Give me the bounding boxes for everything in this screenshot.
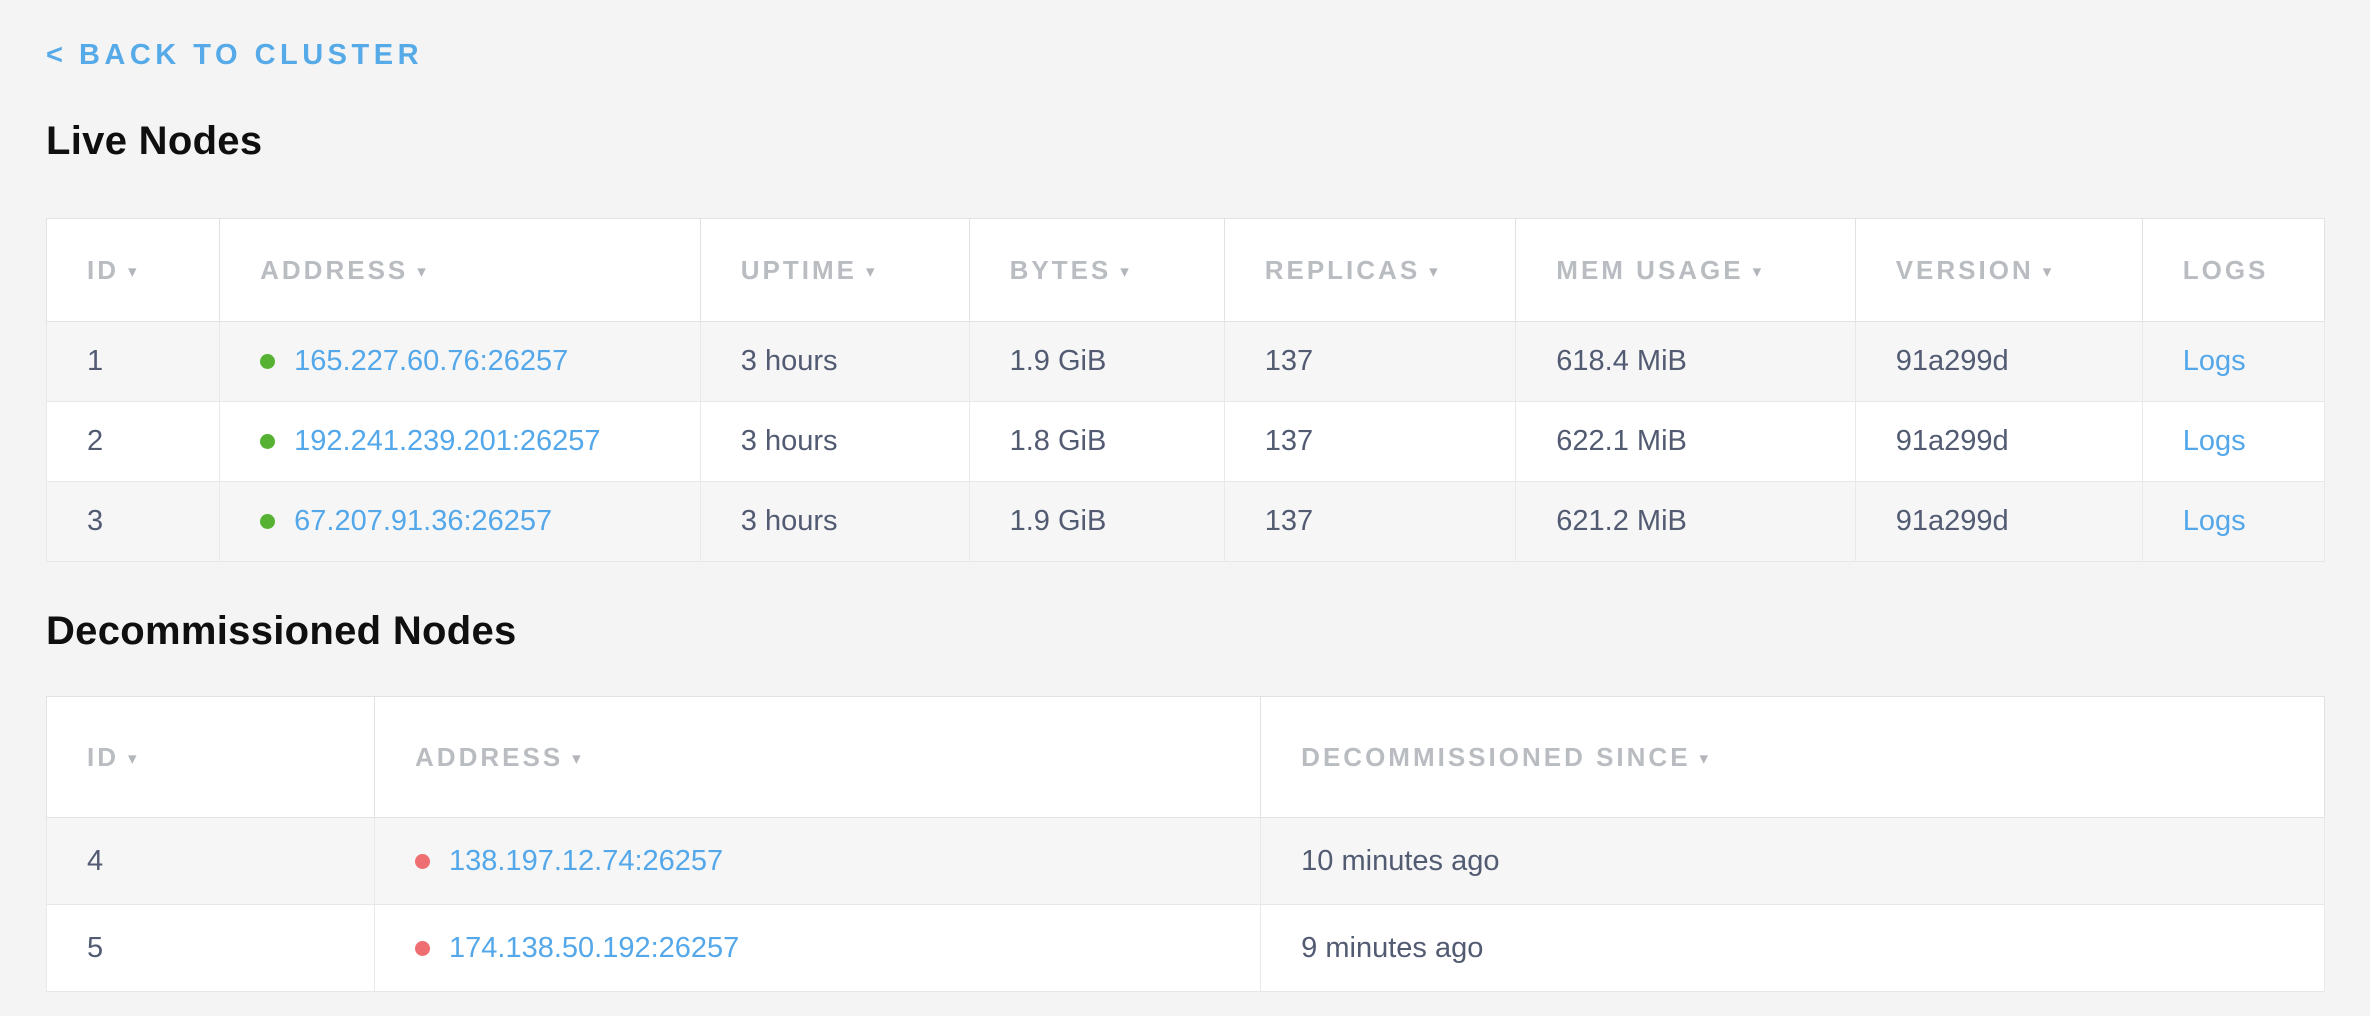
column-header-replicas[interactable]: REPLICAS ▾ [1224, 219, 1516, 322]
column-header-mem-usage[interactable]: MEM USAGE ▾ [1516, 219, 1855, 322]
back-row: < BACK TO CLUSTER [46, 38, 2325, 72]
sort-arrow-icon: ▾ [1120, 262, 1132, 281]
decommissioned-since-cell: 9 minutes ago [1261, 905, 2325, 992]
sort-arrow-icon: ▾ [1429, 262, 1441, 281]
node-uptime-cell: 3 hours [700, 402, 969, 482]
node-mem-usage-cell: 618.4 MiB [1516, 322, 1855, 402]
node-id-cell: 5 [47, 905, 375, 992]
sort-arrow-icon: ▾ [572, 749, 584, 768]
node-logs-cell: Logs [2142, 322, 2324, 402]
column-header-label: REPLICAS [1265, 255, 1420, 285]
node-id-cell: 2 [47, 402, 220, 482]
decommissioned-status-icon [415, 854, 430, 869]
node-bytes-cell: 1.9 GiB [969, 482, 1224, 562]
node-bytes-cell: 1.8 GiB [969, 402, 1224, 482]
column-header-label: ID [87, 742, 119, 772]
live-status-icon [260, 514, 275, 529]
table-row: 1 165.227.60.76:26257 3 hours 1.9 GiB 13… [47, 322, 2325, 402]
live-status-icon [260, 354, 275, 369]
column-header-label: ADDRESS [415, 742, 563, 772]
node-uptime-cell: 3 hours [700, 322, 969, 402]
cluster-nodes-page: < BACK TO CLUSTER Live Nodes ID ▾ ADDRESS… [0, 0, 2370, 992]
node-address-cell: 67.207.91.36:26257 [220, 482, 701, 562]
node-address-cell: 165.227.60.76:26257 [220, 322, 701, 402]
node-mem-usage-cell: 622.1 MiB [1516, 402, 1855, 482]
node-bytes-cell: 1.9 GiB [969, 322, 1224, 402]
node-replicas-cell: 137 [1224, 482, 1516, 562]
column-header-logs: LOGS [2142, 219, 2324, 322]
column-header-address[interactable]: ADDRESS ▾ [220, 219, 701, 322]
column-header-label: BYTES [1010, 255, 1112, 285]
column-header-version[interactable]: VERSION ▾ [1855, 219, 2142, 322]
table-row: 2 192.241.239.201:26257 3 hours 1.8 GiB … [47, 402, 2325, 482]
table-row: 3 67.207.91.36:26257 3 hours 1.9 GiB 137… [47, 482, 2325, 562]
table-row: 4 138.197.12.74:26257 10 minutes ago [47, 818, 2325, 905]
sort-arrow-icon: ▾ [2043, 262, 2055, 281]
node-version-cell: 91a299d [1855, 402, 2142, 482]
column-header-label: LOGS [2183, 255, 2269, 285]
sort-arrow-icon: ▾ [417, 262, 429, 281]
logs-link[interactable]: Logs [2183, 345, 2246, 377]
decommissioned-status-icon [415, 941, 430, 956]
column-header-address[interactable]: ADDRESS ▾ [375, 697, 1261, 818]
node-address-link[interactable]: 192.241.239.201:26257 [294, 425, 600, 458]
column-header-label: ID [87, 255, 119, 285]
back-to-cluster-link[interactable]: < BACK TO CLUSTER [46, 38, 423, 72]
node-address-cell: 174.138.50.192:26257 [375, 905, 1261, 992]
column-header-label: VERSION [1896, 255, 2034, 285]
node-logs-cell: Logs [2142, 482, 2324, 562]
live-nodes-table: ID ▾ ADDRESS ▾ UPTIME ▾ BYTES ▾ REPLICAS ▾ ME… [46, 218, 2325, 562]
table-row: 5 174.138.50.192:26257 9 minutes ago [47, 905, 2325, 992]
logs-link[interactable]: Logs [2183, 505, 2246, 537]
back-chevron-icon: < [46, 38, 63, 72]
node-address-cell: 138.197.12.74:26257 [375, 818, 1261, 905]
column-header-label: MEM USAGE [1556, 255, 1743, 285]
sort-arrow-icon: ▾ [866, 262, 878, 281]
live-nodes-header-row: ID ▾ ADDRESS ▾ UPTIME ▾ BYTES ▾ REPLICAS ▾ ME… [47, 219, 2325, 322]
node-version-cell: 91a299d [1855, 482, 2142, 562]
column-header-label: ADDRESS [260, 255, 408, 285]
node-logs-cell: Logs [2142, 402, 2324, 482]
node-uptime-cell: 3 hours [700, 482, 969, 562]
node-address-link[interactable]: 67.207.91.36:26257 [294, 505, 552, 538]
column-header-label: UPTIME [741, 255, 857, 285]
node-address-cell: 192.241.239.201:26257 [220, 402, 701, 482]
node-version-cell: 91a299d [1855, 322, 2142, 402]
decommissioned-nodes-title: Decommissioned Nodes [46, 608, 2325, 654]
sort-arrow-icon: ▾ [1700, 749, 1712, 768]
node-id-cell: 1 [47, 322, 220, 402]
logs-link[interactable]: Logs [2183, 425, 2246, 457]
column-header-id[interactable]: ID ▾ [47, 697, 375, 818]
node-address-link[interactable]: 165.227.60.76:26257 [294, 345, 568, 378]
live-nodes-title: Live Nodes [46, 118, 2325, 164]
decommissioned-nodes-table: ID ▾ ADDRESS ▾ DECOMMISSIONED SINCE ▾ 4 138… [46, 696, 2325, 992]
sort-arrow-icon: ▾ [128, 262, 140, 281]
node-replicas-cell: 137 [1224, 322, 1516, 402]
decommissioned-since-cell: 10 minutes ago [1261, 818, 2325, 905]
back-link-label: BACK TO CLUSTER [79, 38, 423, 72]
node-replicas-cell: 137 [1224, 402, 1516, 482]
column-header-uptime[interactable]: UPTIME ▾ [700, 219, 969, 322]
node-address-link[interactable]: 138.197.12.74:26257 [449, 845, 723, 878]
node-mem-usage-cell: 621.2 MiB [1516, 482, 1855, 562]
column-header-id[interactable]: ID ▾ [47, 219, 220, 322]
column-header-decommissioned-since[interactable]: DECOMMISSIONED SINCE ▾ [1261, 697, 2325, 818]
live-status-icon [260, 434, 275, 449]
decommissioned-nodes-header-row: ID ▾ ADDRESS ▾ DECOMMISSIONED SINCE ▾ [47, 697, 2325, 818]
column-header-bytes[interactable]: BYTES ▾ [969, 219, 1224, 322]
sort-arrow-icon: ▾ [128, 749, 140, 768]
column-header-label: DECOMMISSIONED SINCE [1301, 742, 1690, 772]
node-address-link[interactable]: 174.138.50.192:26257 [449, 932, 739, 965]
sort-arrow-icon: ▾ [1753, 262, 1765, 281]
node-id-cell: 3 [47, 482, 220, 562]
node-id-cell: 4 [47, 818, 375, 905]
